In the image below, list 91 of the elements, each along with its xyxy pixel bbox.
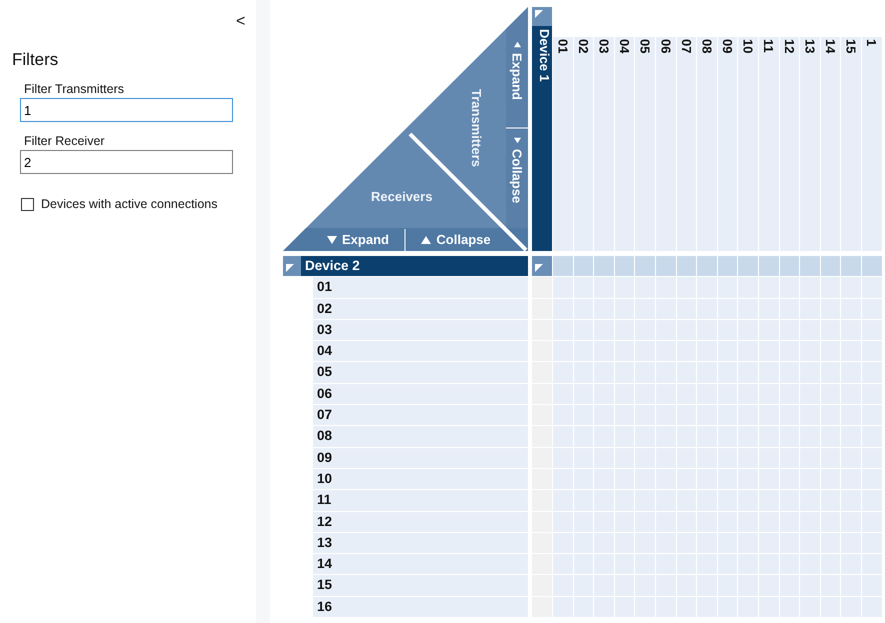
matrix-cell[interactable]	[800, 277, 820, 298]
matrix-cell[interactable]	[820, 277, 840, 298]
matrix-cell[interactable]	[738, 277, 758, 298]
column-header: 01	[553, 37, 573, 251]
matrix-cell[interactable]	[656, 256, 676, 276]
down-triangle-icon	[514, 137, 520, 144]
collapse-panel-button[interactable]: <	[234, 13, 248, 31]
collapse-button[interactable]: Collapse	[407, 228, 505, 251]
device-tab[interactable]	[532, 7, 552, 26]
corner-fold-icon[interactable]	[535, 10, 543, 18]
column-header: 10	[738, 37, 758, 251]
row-header: 14	[313, 554, 528, 574]
matrix-cell[interactable]	[553, 277, 573, 298]
row-header: 08	[313, 426, 528, 447]
filter-field[interactable]: 2	[20, 150, 233, 174]
matrix-cell[interactable]	[635, 256, 655, 276]
down-triangle-icon	[327, 234, 338, 244]
matrix-cell[interactable]	[574, 277, 594, 298]
matrix-cell[interactable]	[780, 277, 800, 298]
checkbox[interactable]	[21, 198, 34, 210]
column-header: 07	[676, 37, 696, 251]
device-tab[interactable]	[283, 256, 301, 276]
row-header: 03	[313, 320, 528, 340]
row-header: 12	[313, 512, 528, 532]
row-header: 15	[313, 575, 528, 596]
matrix-cell[interactable]	[676, 256, 696, 276]
column-header: 04	[614, 37, 634, 251]
matrix-cell[interactable]	[656, 277, 676, 298]
matrix-cell[interactable]	[841, 256, 861, 276]
row-header: 06	[313, 384, 528, 404]
matrix-cell[interactable]	[614, 277, 634, 298]
column-header: 06	[656, 37, 676, 251]
up-triangle-icon	[421, 234, 432, 244]
column-header: 15	[841, 37, 861, 251]
column-header: 02	[574, 37, 594, 251]
matrix-cell[interactable]	[862, 277, 882, 298]
matrix-cell[interactable]	[820, 256, 840, 276]
collapse-button[interactable]: Collapse	[506, 133, 528, 225]
corner-fold-icon[interactable]	[286, 264, 294, 272]
row-header: 09	[313, 448, 528, 468]
row-header: 13	[313, 532, 528, 554]
filter-field[interactable]: 1	[20, 98, 233, 122]
matrix-cell[interactable]	[594, 256, 614, 276]
matrix-cell[interactable]	[676, 277, 696, 298]
column-header: 09	[718, 37, 738, 251]
matrix-cell[interactable]	[758, 277, 779, 298]
matrix-cell[interactable]	[718, 277, 738, 298]
field-label: Filter Receiver	[24, 134, 106, 148]
row-header: 16	[313, 596, 528, 618]
device-header: Device 2	[301, 256, 528, 276]
row-header: 10	[313, 468, 528, 490]
column-header: 05	[635, 37, 655, 251]
device-header: Device 1	[532, 26, 552, 251]
checkbox-label: Devices with active connections	[41, 197, 218, 211]
column-header: 11	[758, 37, 779, 251]
matrix-cell[interactable]	[862, 256, 882, 276]
expand-button[interactable]: Expand	[313, 228, 403, 251]
filters-title: Filters	[12, 50, 60, 70]
column-header: 08	[697, 37, 717, 251]
matrix-cell[interactable]	[614, 256, 634, 276]
row-header: 11	[313, 490, 528, 511]
matrix-cell[interactable]	[800, 256, 820, 276]
column-header: 03	[594, 37, 614, 251]
expand-button[interactable]: Expand	[506, 37, 528, 125]
matrix-cell[interactable]	[780, 256, 800, 276]
matrix-cell[interactable]	[594, 277, 614, 298]
column-header: 12	[780, 37, 800, 251]
field-label: Filter Transmitters	[24, 82, 126, 96]
up-triangle-icon	[514, 41, 520, 48]
row-header: 04	[313, 341, 528, 362]
matrix-cell	[532, 277, 552, 298]
transmitters-label: Transmitters	[469, 89, 484, 168]
row-header: 07	[313, 405, 528, 426]
matrix-cell[interactable]	[758, 256, 779, 276]
matrix-cell[interactable]	[841, 277, 861, 298]
column-header: 14	[820, 37, 840, 251]
matrix-cell[interactable]	[553, 256, 573, 276]
matrix-cell[interactable]	[738, 256, 758, 276]
matrix-cell[interactable]	[574, 256, 594, 276]
matrix-cell[interactable]	[635, 277, 655, 298]
matrix-cell[interactable]	[718, 256, 738, 276]
column-header: 1	[862, 37, 882, 251]
corner-fold-icon[interactable]	[535, 264, 543, 272]
row-header: 01	[313, 277, 528, 298]
receivers-label: Receivers	[371, 189, 432, 204]
matrix-cell[interactable]	[697, 256, 717, 276]
device-tab[interactable]	[532, 256, 552, 276]
row-header: 05	[313, 362, 528, 383]
matrix-cell[interactable]	[697, 277, 717, 298]
column-header: 13	[800, 37, 820, 251]
row-header: 02	[313, 298, 528, 319]
